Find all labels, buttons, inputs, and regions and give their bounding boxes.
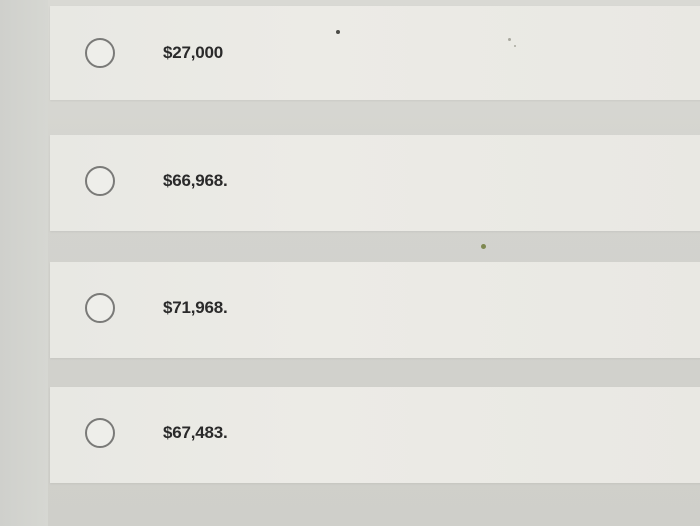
answer-option-2[interactable]: $66,968. bbox=[50, 135, 700, 231]
page-edge bbox=[0, 0, 48, 526]
radio-button-icon[interactable] bbox=[85, 38, 115, 68]
answer-option-label: $71,968. bbox=[163, 298, 228, 317]
screen-speck bbox=[481, 244, 486, 249]
screen-speck bbox=[508, 38, 511, 41]
answer-option-label: $67,483. bbox=[163, 423, 228, 442]
answer-option-1[interactable]: $27,000 bbox=[50, 6, 700, 100]
answer-option-label: $27,000 bbox=[163, 43, 224, 62]
radio-button-icon[interactable] bbox=[85, 166, 115, 196]
radio-button-icon[interactable] bbox=[85, 293, 115, 323]
answer-option-label: $66,968. bbox=[163, 171, 228, 190]
answer-option-3[interactable]: $71,968. bbox=[50, 262, 700, 358]
radio-button-icon[interactable] bbox=[85, 418, 115, 448]
screen-speck bbox=[514, 45, 516, 47]
answer-option-4[interactable]: $67,483. bbox=[50, 387, 700, 483]
screen-speck bbox=[336, 30, 340, 34]
